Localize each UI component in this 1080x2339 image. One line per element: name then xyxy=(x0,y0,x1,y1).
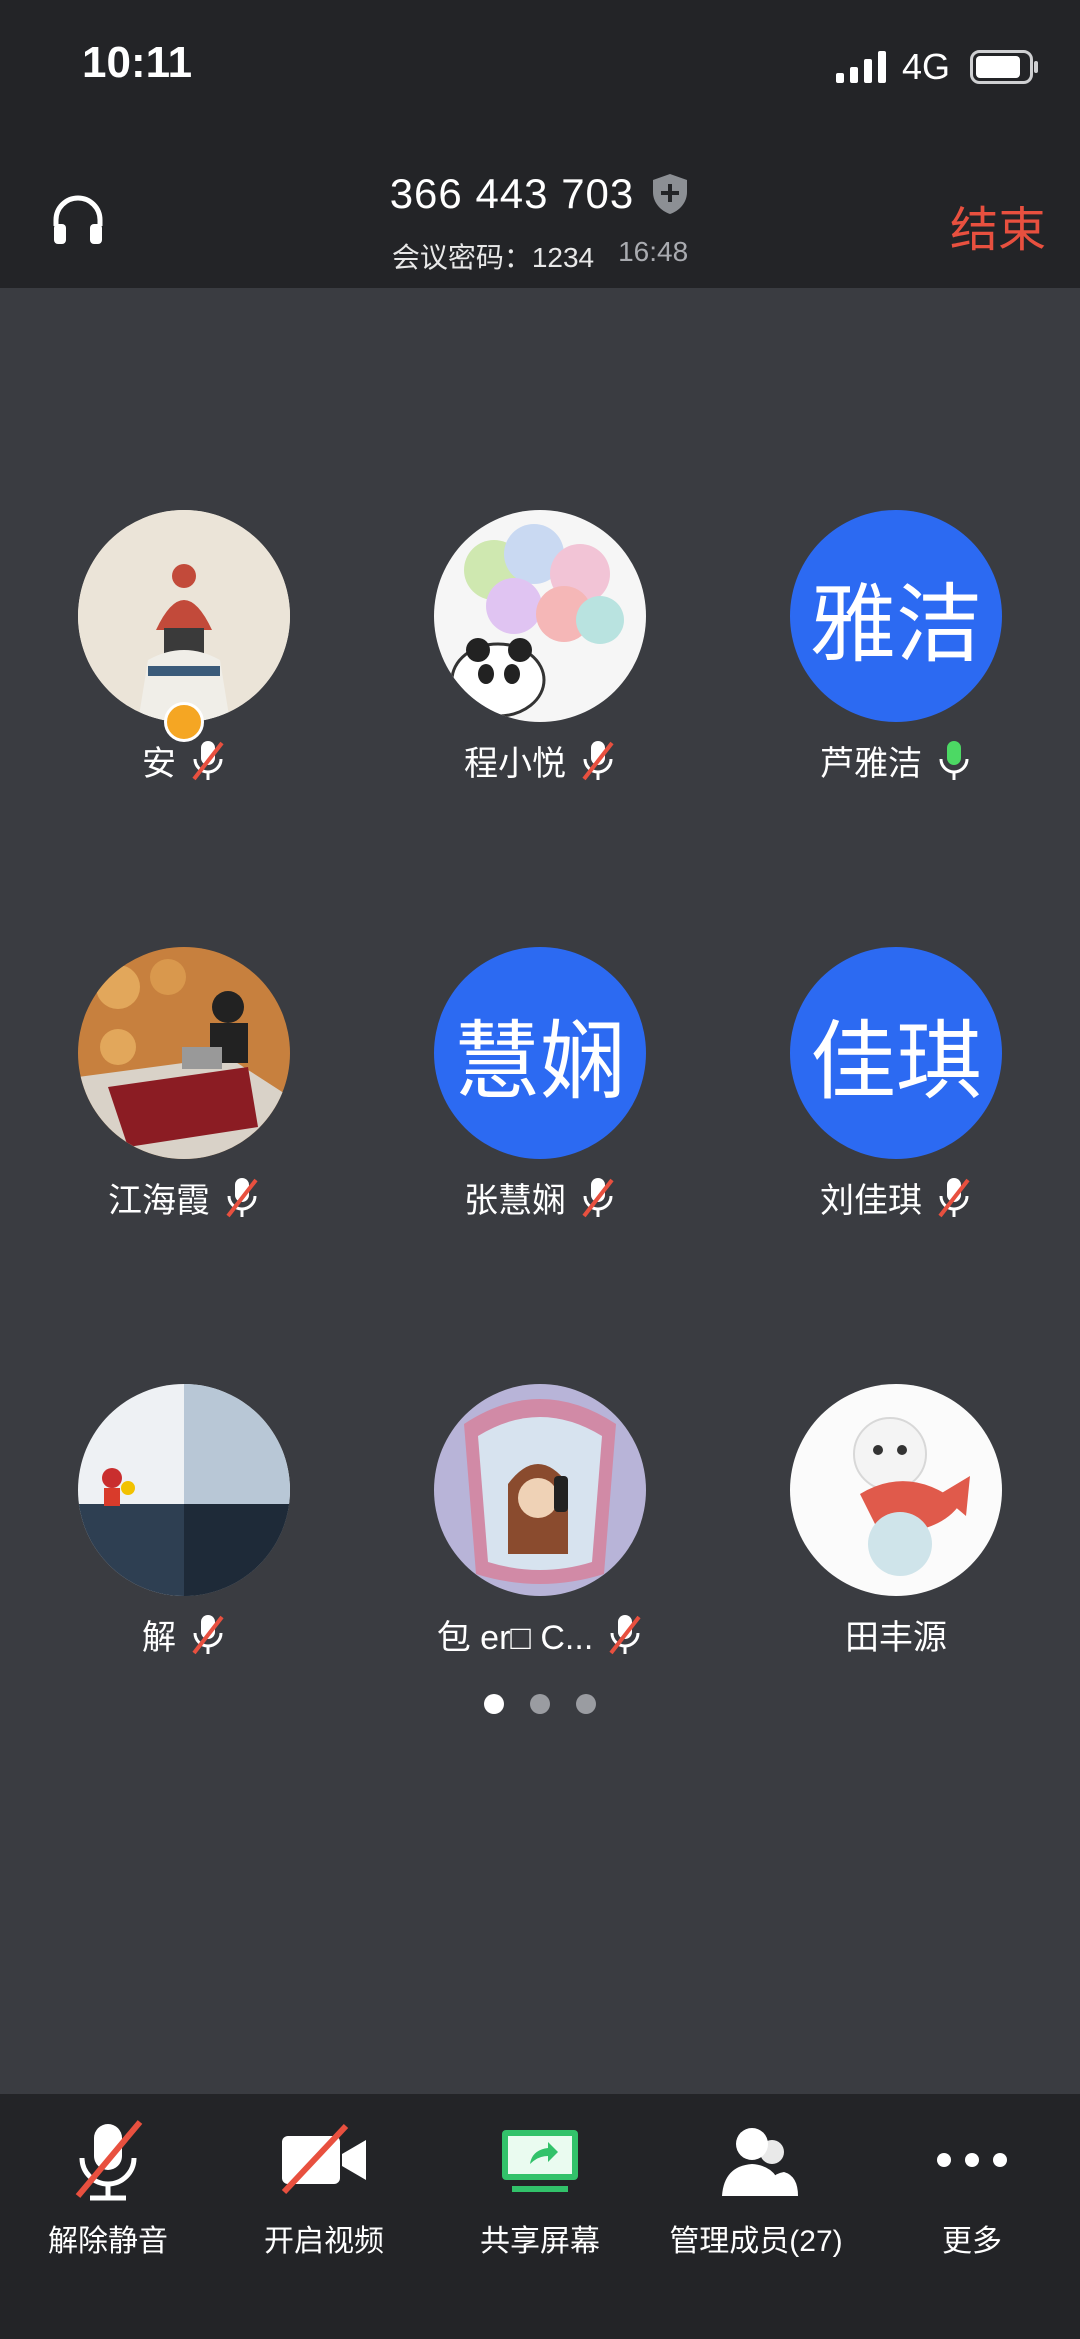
participant-name: 程小悦 xyxy=(464,745,566,783)
members-icon xyxy=(722,2128,798,2196)
network-type: 4G xyxy=(901,46,950,87)
participant-name: 刘佳琪 xyxy=(820,1182,922,1220)
mic-muted-icon xyxy=(226,1177,258,1217)
avatar-image xyxy=(78,510,290,722)
avatar xyxy=(434,1384,646,1596)
page-indicator[interactable] xyxy=(0,1694,1080,1714)
mic-muted-icon xyxy=(75,2120,143,2201)
meeting-info-row: 会议密码：1234 16:48 xyxy=(0,236,1080,276)
mic-muted-icon xyxy=(192,1614,224,1654)
meeting-timer: 16:48 xyxy=(618,236,689,267)
avatar-image xyxy=(78,947,290,1159)
avatar-image xyxy=(790,1384,1002,1596)
meeting-id: 366 443 703 xyxy=(389,170,635,217)
avatar-initials: 慧娴 xyxy=(434,947,646,1159)
shield-icon xyxy=(653,174,688,214)
avatar-initials: 佳琪 xyxy=(790,947,1002,1159)
mic-muted-icon xyxy=(938,1177,970,1217)
share-screen-button[interactable]: 共享屏幕 xyxy=(432,2112,648,2260)
mic-muted-icon xyxy=(192,740,224,780)
unmute-button[interactable]: 解除静音 xyxy=(0,2112,216,2260)
participant-tile[interactable]: 程小悦 xyxy=(390,510,690,785)
avatar xyxy=(78,1384,290,1596)
page-dot[interactable] xyxy=(530,1694,550,1714)
participant-tile[interactable]: 解 xyxy=(34,1384,334,1659)
end-meeting-button[interactable]: 结束 xyxy=(950,190,1046,260)
status-time: 10:11 xyxy=(82,38,193,87)
avatar-image xyxy=(434,1384,646,1596)
video-off-icon xyxy=(281,2123,366,2195)
avatar-image xyxy=(434,510,646,722)
battery-icon xyxy=(970,50,1038,84)
mic-active-icon xyxy=(939,740,969,780)
participant-name: 芦雅洁 xyxy=(820,745,922,783)
manage-members-label: 管理成员(27) xyxy=(669,2225,843,2258)
participant-tile[interactable]: 江海霞 xyxy=(34,947,334,1222)
participant-name: 解 xyxy=(142,1619,176,1657)
mic-muted-icon xyxy=(582,1177,614,1217)
meeting-password: 会议密码：1234 xyxy=(391,242,595,273)
top-bar: 10:11 4G 366 443 703 会议密码：1234 16:48 结束 xyxy=(0,0,1080,288)
page-dot-active[interactable] xyxy=(484,1694,504,1714)
more-button[interactable]: 更多 xyxy=(864,2112,1080,2260)
participant-tile[interactable]: 慧娴 张慧娴 xyxy=(390,947,690,1222)
bottom-toolbar: 解除静音 开启视频 共享屏幕 管理成员(27) 更多 xyxy=(0,2094,1080,2339)
avatar-image xyxy=(78,1384,290,1596)
avatar xyxy=(78,510,290,722)
manage-members-button[interactable]: 管理成员(27) xyxy=(648,2112,864,2260)
participant-tile[interactable]: 田丰源 xyxy=(746,1384,1046,1659)
participant-tile[interactable]: 佳琪 刘佳琪 xyxy=(746,947,1046,1222)
participant-name: 包 er□ C... xyxy=(436,1619,594,1657)
more-label: 更多 xyxy=(942,2225,1002,2258)
participant-name: 田丰源 xyxy=(845,1619,947,1657)
mic-muted-icon xyxy=(582,740,614,780)
participant-tile[interactable]: 安 xyxy=(34,510,334,785)
page-dot[interactable] xyxy=(576,1694,596,1714)
meeting-id-row[interactable]: 366 443 703 xyxy=(0,170,1080,218)
participant-tile[interactable]: 包 er□ C... xyxy=(390,1384,690,1659)
signal-icon xyxy=(835,51,886,83)
avatar-initials: 雅洁 xyxy=(790,510,1002,722)
participant-name: 张慧娴 xyxy=(464,1182,566,1220)
avatar xyxy=(78,947,290,1159)
mic-muted-icon xyxy=(609,1614,641,1654)
avatar xyxy=(790,1384,1002,1596)
participant-name: 安 xyxy=(142,745,176,783)
avatar xyxy=(434,510,646,722)
participant-tile[interactable]: 雅洁 芦雅洁 xyxy=(746,510,1046,785)
host-badge-icon xyxy=(164,702,204,742)
share-screen-label: 共享屏幕 xyxy=(480,2225,600,2258)
start-video-label: 开启视频 xyxy=(264,2225,384,2258)
start-video-button[interactable]: 开启视频 xyxy=(216,2112,432,2260)
more-dots-icon xyxy=(937,2153,1007,2167)
participant-name: 江海霞 xyxy=(108,1182,210,1220)
status-indicators: 4G xyxy=(835,42,1040,92)
unmute-label: 解除静音 xyxy=(48,2225,168,2258)
share-screen-icon xyxy=(502,2130,578,2192)
